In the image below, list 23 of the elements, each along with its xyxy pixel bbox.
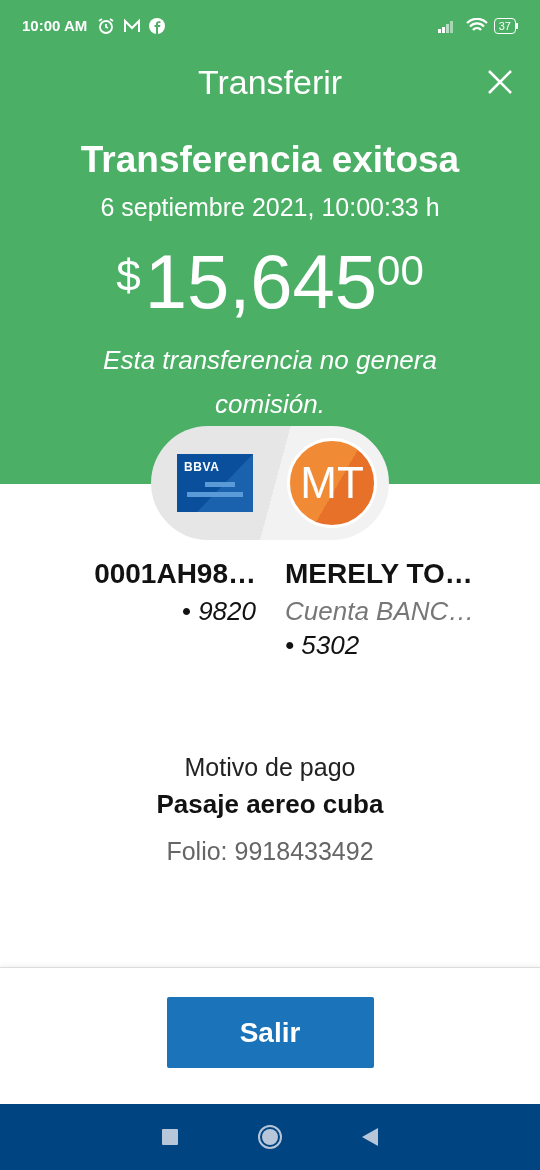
origin-account-digits: • 9820	[181, 595, 256, 628]
exit-button[interactable]: Salir	[166, 997, 374, 1068]
success-title: Transferencia exitosa	[80, 138, 460, 182]
folio-number: Folio: 9918433492	[166, 836, 374, 867]
facebook-icon	[149, 18, 166, 34]
home-icon[interactable]	[258, 1125, 282, 1149]
screen-title: Transferir	[197, 61, 343, 103]
back-icon[interactable]	[362, 1128, 378, 1146]
close-icon[interactable]	[488, 70, 512, 94]
origin-account-name: 0001AH98…	[94, 557, 256, 591]
recipient-name: MERELY TO…	[285, 557, 473, 591]
battery-icon: 37	[493, 18, 518, 34]
recipient-account: Cuenta BANC…	[285, 595, 475, 628]
status-time: 10:00 AM	[22, 15, 88, 36]
initials-avatar: MT	[287, 438, 377, 528]
alarm-icon	[97, 17, 116, 35]
recipient-account-digits: • 5302	[285, 629, 360, 662]
commission-note: Esta transferencia no genera comisión.	[102, 344, 438, 421]
payment-reason-label: Motivo de pago	[184, 752, 356, 783]
payment-reason: Pasaje aereo cuba	[156, 788, 384, 821]
transfer-date: 6 septiembre 2021, 10:00:33 h	[100, 192, 440, 223]
bank-card-icon: BBVA	[177, 454, 253, 512]
mail-icon	[123, 18, 142, 34]
